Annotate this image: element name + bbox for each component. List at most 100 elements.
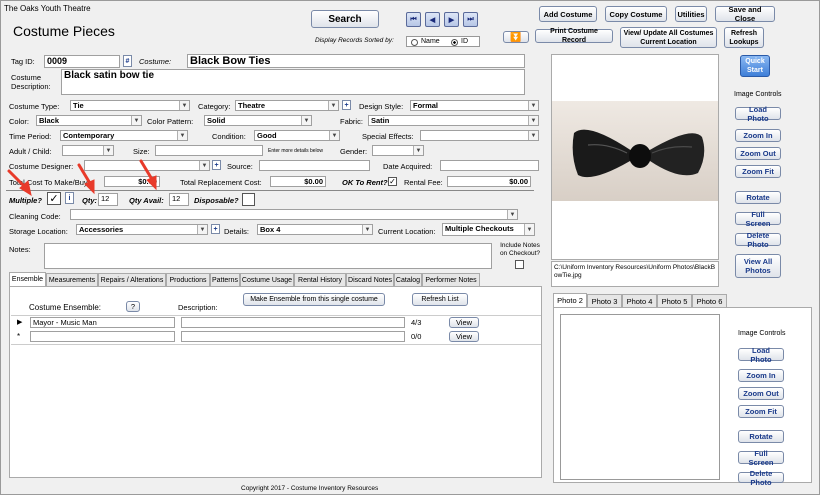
ok-to-rent-checkbox[interactable]: ✓ (388, 177, 397, 186)
tab-discard-notes[interactable]: Discard Notes (346, 273, 394, 286)
time-period-select[interactable]: Contemporary ▼ (60, 130, 188, 141)
photo2-full-screen-button[interactable]: Full Screen (738, 449, 784, 467)
previous-record-button[interactable]: ◀ (425, 12, 440, 27)
chevron-down-icon[interactable]: ▼ (177, 131, 187, 140)
make-ensemble-button[interactable]: Make Ensemble from this single costume (243, 293, 385, 306)
delete-photo-button[interactable]: Delete Photo (735, 231, 781, 249)
photo2-zoom-out-button[interactable]: Zoom Out (738, 387, 784, 400)
zoom-out-button[interactable]: Zoom Out (735, 147, 781, 160)
view-update-locations-button[interactable]: View/ Update All Costumes Current Locati… (620, 27, 717, 48)
next-record-button[interactable]: ▶ (444, 12, 459, 27)
print-record-button[interactable]: Print Costume Record (535, 28, 613, 44)
sort-id-radio[interactable] (451, 39, 458, 46)
tab-performer-notes[interactable]: Performer Notes (422, 273, 480, 286)
add-costume-button[interactable]: Add Costume (539, 6, 597, 22)
rental-fee-field[interactable]: $0.00 (447, 176, 531, 187)
sort-name-radio[interactable] (411, 39, 418, 46)
tab-photo-3[interactable]: Photo 3 (587, 294, 622, 307)
condition-select[interactable]: Good ▼ (254, 130, 340, 141)
ensemble-description-cell[interactable] (181, 331, 405, 342)
zoom-in-button[interactable]: Zoom In (735, 129, 781, 142)
include-notes-checkbox[interactable] (515, 260, 524, 269)
photo2-zoom-fit-button[interactable]: Zoom Fit (738, 405, 784, 418)
chevron-down-icon[interactable]: ▼ (524, 224, 534, 235)
current-location-select[interactable]: Multiple Checkouts ▼ (442, 223, 535, 236)
tag-id-field[interactable]: 0009 (44, 55, 120, 68)
tab-rental-history[interactable]: Rental History (294, 273, 346, 286)
tab-costume-usage[interactable]: Costume Usage (240, 273, 294, 286)
chevron-down-icon[interactable]: ▼ (528, 131, 538, 140)
zoom-fit-button[interactable]: Zoom Fit (735, 165, 781, 178)
ensemble-name-cell[interactable] (30, 331, 175, 342)
ensemble-view-button[interactable]: View (449, 331, 479, 342)
category-select[interactable]: Theatre ▼ (235, 100, 339, 111)
tab-photo-6[interactable]: Photo 6 (692, 294, 727, 307)
ensemble-help-button[interactable]: ? (126, 301, 140, 312)
view-all-photos-button[interactable]: View All Photos (735, 254, 781, 278)
first-record-button[interactable]: ⏮ (406, 12, 421, 27)
description-field[interactable]: Black satin bow tie (61, 69, 525, 95)
tab-repairs-alterations[interactable]: Repairs / Alterations (98, 273, 166, 286)
cleaning-code-select[interactable]: ▼ (70, 209, 518, 220)
chevron-down-icon[interactable]: ▼ (413, 146, 423, 155)
tab-patterns[interactable]: Patterns (210, 273, 240, 286)
chevron-down-icon[interactable]: ▼ (507, 210, 517, 219)
last-record-button[interactable]: ⏭ (463, 12, 478, 27)
date-acquired-field[interactable] (440, 160, 539, 171)
utilities-button[interactable]: Utilities (675, 6, 707, 22)
table-row[interactable]: * 0/0 View (11, 330, 539, 343)
tag-id-hash-button[interactable]: # (123, 55, 132, 67)
chevron-down-icon[interactable]: ▼ (528, 101, 538, 110)
replacement-cost-field[interactable]: $0.00 (270, 176, 326, 187)
chevron-down-icon[interactable]: ▼ (131, 116, 141, 125)
full-screen-button[interactable]: Full Screen (735, 210, 781, 228)
table-row[interactable]: ▶ Mayor - Music Man 4/3 View (11, 316, 539, 329)
costume-name-field[interactable]: Black Bow Ties (187, 54, 525, 68)
photo2-zoom-in-button[interactable]: Zoom In (738, 369, 784, 382)
quick-start-button[interactable]: Quick Start (740, 55, 770, 77)
designer-add-button[interactable]: + (212, 160, 221, 170)
refresh-list-button[interactable]: Refresh List (412, 293, 468, 306)
ensemble-name-cell[interactable]: Mayor - Music Man (30, 317, 175, 328)
disposable-checkbox[interactable] (242, 193, 255, 206)
photo2-delete-button[interactable]: Delete Photo (738, 469, 784, 487)
tab-ensemble[interactable]: Ensemble (9, 272, 46, 286)
storage-location-select[interactable]: Accessories ▼ (76, 224, 208, 235)
gender-select[interactable]: ▼ (372, 145, 424, 156)
source-field[interactable] (259, 160, 370, 171)
chevron-down-icon[interactable]: ▼ (179, 101, 189, 110)
refresh-lookups-button[interactable]: Refresh Lookups (724, 27, 764, 48)
filter-button[interactable]: ⏬ (503, 31, 529, 43)
chevron-down-icon[interactable]: ▼ (328, 101, 338, 110)
search-button[interactable]: Search (311, 10, 379, 28)
chevron-down-icon[interactable]: ▼ (528, 116, 538, 125)
tab-measurements[interactable]: Measurements (46, 273, 98, 286)
photo2-load-button[interactable]: Load Photo (738, 346, 784, 364)
tab-catalog[interactable]: Catalog (394, 273, 422, 286)
ensemble-view-button[interactable]: View (449, 317, 479, 328)
special-effects-select[interactable]: ▼ (420, 130, 539, 141)
details-select[interactable]: Box 4 ▼ (257, 224, 373, 235)
tab-photo-5[interactable]: Photo 5 (657, 294, 692, 307)
chevron-down-icon[interactable]: ▼ (197, 225, 207, 234)
tab-photo-2[interactable]: Photo 2 (553, 293, 587, 307)
category-add-button[interactable]: + (342, 100, 351, 110)
save-close-button[interactable]: Save and Close (715, 5, 775, 23)
load-photo-button[interactable]: Load Photo (735, 105, 781, 123)
photo2-rotate-button[interactable]: Rotate (738, 430, 784, 443)
rotate-button[interactable]: Rotate (735, 191, 781, 204)
costume-type-select[interactable]: Tie ▼ (70, 100, 190, 111)
chevron-down-icon[interactable]: ▼ (301, 116, 311, 125)
storage-add-button[interactable]: + (211, 224, 220, 234)
tab-photo-4[interactable]: Photo 4 (622, 294, 657, 307)
chevron-down-icon[interactable]: ▼ (199, 161, 209, 170)
ensemble-description-cell[interactable] (181, 317, 405, 328)
notes-field[interactable] (44, 243, 492, 269)
color-select[interactable]: Black ▼ (36, 115, 142, 126)
copy-costume-button[interactable]: Copy Costume (605, 6, 667, 22)
chevron-down-icon[interactable]: ▼ (329, 131, 339, 140)
chevron-down-icon[interactable]: ▼ (362, 225, 372, 234)
color-pattern-select[interactable]: Solid ▼ (204, 115, 312, 126)
design-style-select[interactable]: Formal ▼ (410, 100, 539, 111)
tab-productions[interactable]: Productions (166, 273, 210, 286)
